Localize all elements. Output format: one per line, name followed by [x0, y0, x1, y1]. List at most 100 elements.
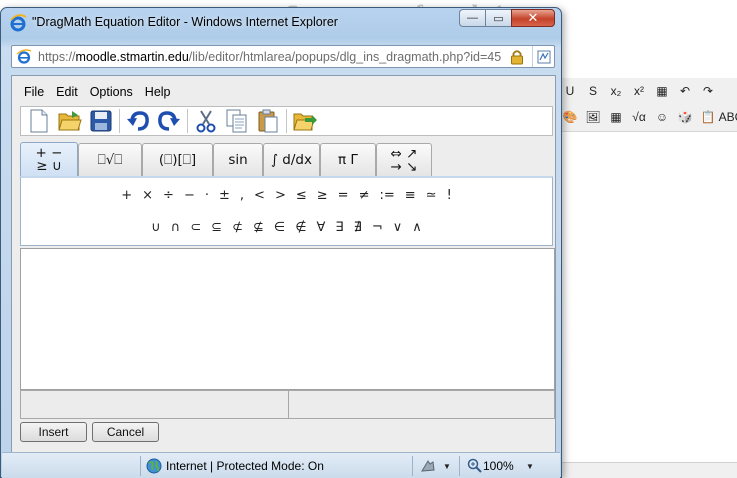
symbol-button[interactable]: ∈ [269, 220, 290, 235]
background-toolbar-button[interactable]: 🖼 [583, 107, 603, 127]
symbol-button[interactable]: − [179, 188, 200, 203]
background-toolbar-button[interactable]: x² [629, 81, 649, 101]
tab-operators[interactable]: + − ≥ ∪ [20, 142, 78, 177]
symbol-button[interactable]: ¬ [367, 220, 388, 235]
symbol-button[interactable]: ⊂ [185, 220, 206, 235]
minimize-button[interactable]: — [459, 9, 485, 27]
background-toolbar-button[interactable]: ↷ [698, 81, 718, 101]
paste-button[interactable] [254, 108, 282, 134]
symbol-button[interactable]: > [270, 188, 291, 203]
equation-workspace[interactable] [20, 248, 555, 390]
symbol-button[interactable]: ∃ [330, 220, 348, 235]
open-button[interactable] [56, 108, 84, 134]
background-toolbar-button[interactable]: x₂ [606, 81, 626, 101]
symbol-button[interactable]: ∧ [407, 220, 427, 235]
tab-arrows[interactable]: ⇔ ↗ → ↘ [376, 143, 432, 177]
copy-button[interactable] [223, 108, 251, 134]
cancel-button[interactable]: Cancel [92, 422, 159, 442]
window-titlebar[interactable]: "DragMath Equation Editor - Windows Inte… [1, 8, 561, 36]
page-favicon-icon [16, 48, 32, 64]
symbol-button[interactable]: ≥ [312, 188, 333, 203]
symbol-button[interactable]: ∄ [349, 220, 367, 235]
symbol-button[interactable]: · [200, 188, 214, 203]
compatibility-view-icon [537, 50, 550, 63]
menu-bar: File Edit Options Help [12, 81, 555, 103]
symbol-button[interactable]: , [235, 188, 249, 203]
background-toolbar-button[interactable]: ▦ [652, 81, 672, 101]
export-icon [293, 113, 317, 131]
background-toolbar-button[interactable]: S [583, 81, 603, 101]
redo-icon [158, 111, 180, 131]
symbol-button[interactable]: ≠ [354, 188, 375, 203]
menu-edit[interactable]: Edit [56, 83, 78, 101]
background-toolbar-button[interactable]: 📋 [698, 107, 718, 127]
chevron-down-icon[interactable]: ▼ [526, 462, 534, 471]
tab-greek-label: π Γ [338, 152, 358, 168]
close-button[interactable]: ✕ [511, 9, 555, 27]
symbol-button[interactable]: ± [214, 188, 235, 203]
security-zone-text[interactable]: Internet | Protected Mode: On [166, 459, 324, 473]
toolbar-separator [286, 109, 287, 133]
cut-icon [196, 110, 216, 133]
symbol-button[interactable]: < [249, 188, 270, 203]
symbol-button[interactable]: := [374, 188, 399, 203]
save-icon [90, 110, 112, 132]
symbol-button[interactable]: ∩ [166, 220, 186, 235]
symbol-button[interactable]: ≤ [291, 188, 312, 203]
address-bar[interactable]: https://moodle.stmartin.edu/lib/editor/h… [11, 45, 555, 68]
status-field-right [288, 390, 555, 419]
menu-file[interactable]: File [24, 83, 44, 101]
url-prefix: https:// [38, 49, 76, 64]
symbol-button[interactable]: ≡ [400, 188, 421, 203]
addon-manager-icon[interactable] [420, 458, 436, 474]
export-button[interactable] [291, 108, 319, 134]
symbol-button[interactable]: ⊈ [248, 220, 269, 235]
symbol-button[interactable]: ∀ [312, 220, 331, 235]
symbol-button[interactable]: = [333, 188, 354, 203]
url-field[interactable]: https://moodle.stmartin.edu/lib/editor/h… [38, 50, 510, 64]
background-toolbar-button[interactable]: 🎲 [675, 107, 695, 127]
symbol-button[interactable]: ! [442, 188, 457, 203]
maximize-button[interactable]: ▭ [485, 9, 511, 27]
open-folder-icon [58, 111, 82, 131]
lock-icon[interactable] [510, 49, 524, 65]
symbol-button[interactable]: ≃ [421, 188, 442, 203]
chevron-down-icon[interactable]: ▼ [443, 462, 451, 471]
symbol-button[interactable]: ∨ [388, 220, 408, 235]
toolbar-separator [119, 109, 120, 133]
tab-operators-bottom: ≥ ∪ [36, 158, 62, 174]
new-file-button[interactable] [25, 108, 53, 134]
background-toolbar-button[interactable]: ABC [719, 107, 737, 127]
zoom-level[interactable]: 100% [483, 459, 514, 473]
symbol-button[interactable]: + [116, 188, 137, 203]
tab-fractions-roots[interactable]: ⎕√⎕ [78, 143, 142, 177]
background-editor-area[interactable] [556, 132, 737, 462]
tab-brackets[interactable]: (⎕)[⎕] [142, 143, 213, 177]
symbol-button[interactable]: ⊆ [206, 220, 227, 235]
background-toolbar-button[interactable]: ▦ [606, 107, 626, 127]
tab-functions[interactable]: sin [213, 143, 263, 177]
symbol-button[interactable]: ÷ [158, 188, 179, 203]
symbol-button[interactable]: ⊄ [227, 220, 248, 235]
background-toolbar-button[interactable]: ☺ [652, 107, 672, 127]
insert-button[interactable]: Insert [20, 422, 87, 442]
zoom-icon[interactable] [467, 458, 482, 473]
symbol-button[interactable]: × [137, 188, 158, 203]
background-toolbar-button[interactable]: 🎨 [560, 107, 580, 127]
undo-button[interactable] [124, 108, 152, 134]
background-toolbar-button[interactable]: √α [629, 107, 649, 127]
menu-options[interactable]: Options [90, 83, 133, 101]
close-icon: ✕ [527, 10, 539, 25]
paste-icon [258, 109, 278, 133]
save-button[interactable] [87, 108, 115, 134]
tab-calculus[interactable]: ∫ d/dx [263, 143, 320, 177]
menu-help[interactable]: Help [145, 83, 171, 101]
symbol-button[interactable]: ∪ [146, 220, 166, 235]
redo-button[interactable] [155, 108, 183, 134]
background-toolbar-button[interactable]: ↶ [675, 81, 695, 101]
tab-greek[interactable]: π Γ [320, 143, 376, 177]
cut-button[interactable] [192, 108, 220, 134]
background-toolbar-button[interactable]: U [560, 81, 580, 101]
symbol-button[interactable]: ∉ [290, 220, 311, 235]
compatibility-view-button[interactable] [532, 46, 554, 67]
